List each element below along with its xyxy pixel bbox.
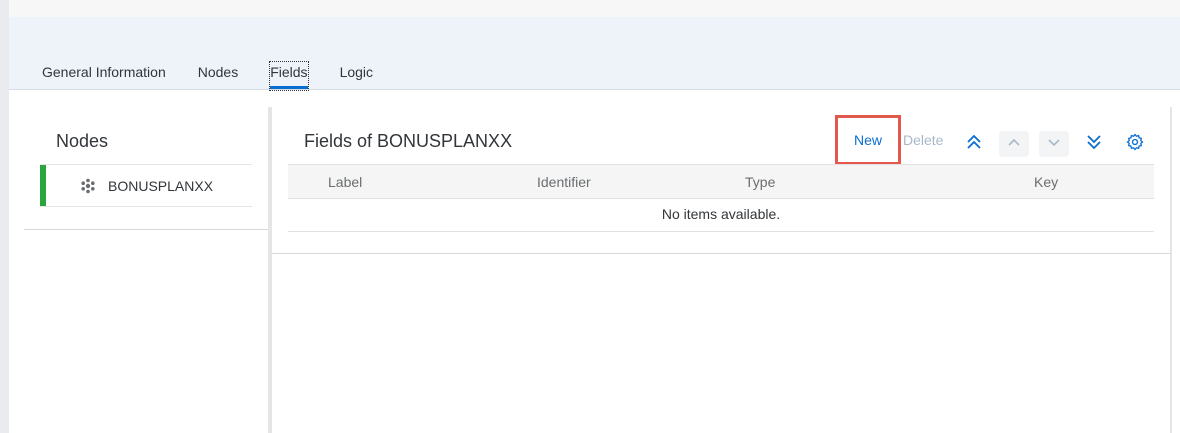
nodes-panel-title: Nodes [56,131,109,151]
column-header-key[interactable]: Key [1034,174,1058,190]
table-body: No items available. [288,199,1154,232]
node-item-label: BONUSPLANXX [108,177,214,194]
tab-bar: General Information Nodes Fields Logic [42,61,405,91]
node-cluster-icon [80,178,96,194]
move-up-button[interactable] [999,131,1029,157]
node-selected-indicator [40,165,46,206]
right-border [1170,107,1172,433]
top-bar [9,0,1180,17]
fields-panel: Fields of BONUSPLANXX New Delete Label I… [272,107,1170,254]
fields-table: Label Identifier Type Key No items avail… [288,164,1154,232]
left-rail [0,0,9,433]
column-header-identifier[interactable]: Identifier [537,174,591,190]
table-header: Label Identifier Type Key [288,164,1154,199]
settings-button[interactable] [1120,131,1150,157]
move-to-top-icon [965,133,983,156]
delete-button[interactable]: Delete [903,132,943,148]
tab-logic[interactable]: Logic [340,62,373,90]
move-down-button[interactable] [1039,131,1069,157]
move-down-icon [1045,133,1063,156]
tab-nodes[interactable]: Nodes [198,62,238,90]
move-to-bottom-button[interactable] [1079,131,1109,157]
move-to-bottom-icon [1085,133,1103,156]
tab-general-information[interactable]: General Information [42,62,166,90]
fields-toolbar: New Delete [272,115,1170,165]
settings-gear-icon [1126,132,1144,156]
empty-table-message: No items available. [661,206,781,222]
column-header-type[interactable]: Type [745,174,775,190]
nodes-panel: Nodes BONUSPLANXX [24,107,268,230]
node-list-item[interactable]: BONUSPLANXX [40,164,252,207]
column-header-label[interactable]: Label [328,174,362,190]
move-to-top-button[interactable] [959,131,989,157]
tab-fields[interactable]: Fields [269,61,309,91]
move-up-icon [1005,133,1023,156]
new-button[interactable]: New [835,115,901,165]
